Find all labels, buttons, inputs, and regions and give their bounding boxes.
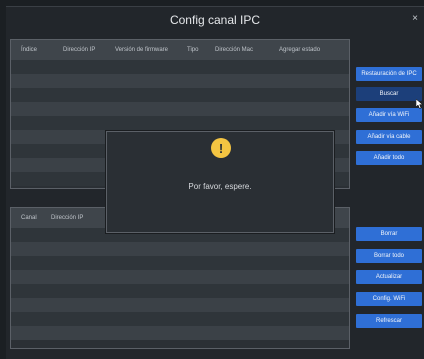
- table-row[interactable]: [11, 284, 349, 298]
- actualizar-button[interactable]: Actualizar: [356, 270, 422, 284]
- window-title: Config canal IPC: [169, 13, 261, 27]
- col-direccion-ip[interactable]: Dirección IP: [51, 215, 111, 221]
- table-row[interactable]: [11, 74, 349, 88]
- table-row[interactable]: [11, 116, 349, 130]
- col-direccion-ip[interactable]: Dirección IP: [63, 47, 115, 53]
- table-row[interactable]: [11, 242, 349, 256]
- table-row[interactable]: [11, 256, 349, 270]
- window-titlebar: Config canal IPC ×: [6, 7, 424, 33]
- config-wifi-button[interactable]: Config. WiFi: [356, 292, 422, 306]
- col-tipo[interactable]: Tipo: [187, 47, 215, 53]
- anadir-via-cable-button[interactable]: Añadir vía cable: [356, 130, 422, 144]
- warning-icon: !: [211, 138, 231, 158]
- col-agregar-estado[interactable]: Agregar estado: [279, 47, 339, 53]
- col-version-firmware[interactable]: Versión de firmware: [115, 47, 187, 53]
- borrar-todo-button[interactable]: Borrar todo: [356, 249, 422, 263]
- borrar-button[interactable]: Borrar: [356, 227, 422, 241]
- restauracion-ipc-button[interactable]: Restauración de IPC: [356, 67, 422, 81]
- col-direccion-mac[interactable]: Dirección Mac: [215, 47, 279, 53]
- ipc-device-table-header: Índice Dirección IP Versión de firmware …: [11, 40, 349, 60]
- table-row[interactable]: [11, 326, 349, 340]
- table-row[interactable]: [11, 312, 349, 326]
- please-wait-dialog: ! Por favor, espere.: [106, 131, 334, 233]
- anadir-todo-button[interactable]: Añadir todo: [356, 151, 422, 165]
- anadir-via-wifi-button[interactable]: Añadir vía WiFi: [356, 108, 422, 122]
- table-row[interactable]: [11, 270, 349, 284]
- table-row[interactable]: [11, 102, 349, 116]
- refrescar-button[interactable]: Refrescar: [356, 314, 422, 328]
- col-canal[interactable]: Canal: [21, 215, 51, 221]
- table-row[interactable]: [11, 88, 349, 102]
- col-indice[interactable]: Índice: [21, 47, 63, 53]
- config-canal-ipc-window: Config canal IPC × Índice Dirección IP V…: [6, 6, 424, 359]
- mouse-cursor-icon: [416, 99, 424, 109]
- please-wait-message: Por favor, espere.: [188, 182, 252, 191]
- buscar-button[interactable]: Buscar: [356, 87, 422, 101]
- channel-table-body: [11, 228, 349, 340]
- table-row[interactable]: [11, 298, 349, 312]
- table-row[interactable]: [11, 60, 349, 74]
- close-icon[interactable]: ×: [412, 13, 418, 24]
